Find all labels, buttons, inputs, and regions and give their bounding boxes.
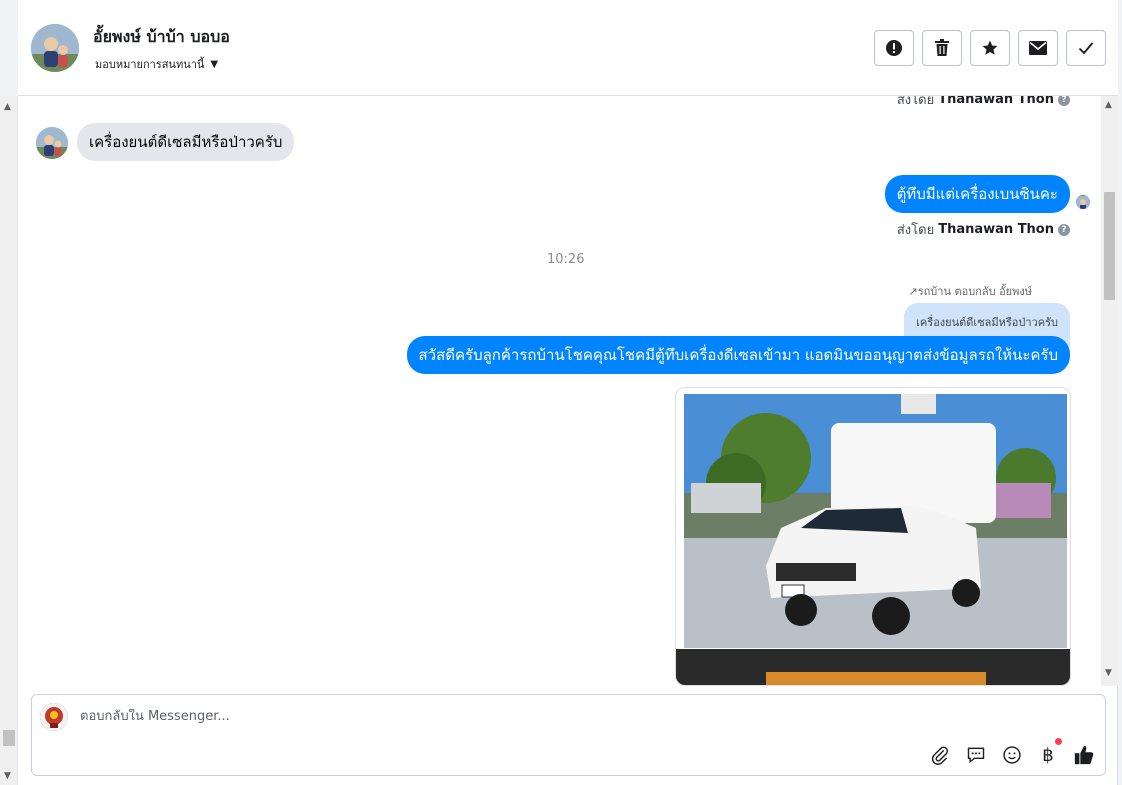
like-icon (1074, 745, 1094, 765)
trash-icon (935, 39, 949, 56)
help-icon[interactable]: ? (1058, 96, 1070, 106)
sender-name[interactable]: Thanawan Thon (938, 96, 1054, 107)
outgoing-message-bubble[interactable]: ตู้ทึบมีแต่เครื่องเบนซินคะ (884, 175, 1070, 213)
message-timestamp: 10:26 (547, 252, 585, 267)
sent-by-line: ส่งโดย Thanawan Thon ? (897, 219, 1070, 240)
saved-reply-icon (967, 747, 985, 764)
scroll-down-arrow-icon[interactable]: ▼ (4, 771, 11, 781)
emoji-icon (1003, 746, 1021, 764)
conversation-header: อั้ยพงษ์ บ้าบ้า บอบอ มอบหมายการสนทนานี้ … (18, 0, 1118, 96)
check-icon (1078, 42, 1094, 55)
header-actions (874, 30, 1106, 66)
page-avatar (40, 703, 68, 731)
scroll-up-arrow-icon[interactable]: ▲ (4, 102, 11, 112)
composer-tools: ฿ (929, 738, 1095, 766)
attachment-icon (931, 746, 949, 765)
star-icon (982, 40, 998, 55)
assign-conversation-dropdown[interactable]: มอบหมายการสนทนานี้ ▼ (95, 55, 218, 73)
envelope-icon (1029, 41, 1047, 55)
outgoing-message-bubble[interactable]: สวัสดีครับลูกค้ารถบ้านโชคคุณโชคมีตู้ทึบเ… (406, 336, 1070, 374)
thread-scrollbar[interactable]: ▲ ▼ (1101, 96, 1118, 686)
scroll-up-arrow-icon[interactable]: ▲ (1105, 100, 1112, 110)
help-icon[interactable]: ? (1058, 223, 1070, 236)
reply-composer: ฿ (31, 694, 1106, 776)
alert-icon (886, 40, 902, 56)
sent-by-prefix: ส่งโดย (896, 223, 935, 238)
sender-name[interactable]: Thanawan Thon (938, 222, 1054, 237)
baht-payment-icon: ฿ (1042, 744, 1054, 766)
notification-dot (1055, 738, 1062, 745)
emoji-button[interactable] (1001, 744, 1023, 766)
payment-button[interactable]: ฿ (1037, 738, 1062, 766)
reply-context-text: รถบ้าน ตอบกลับ อั้ยพงษ์ (917, 285, 1032, 298)
assign-label: มอบหมายการสนทนานี้ (95, 58, 205, 71)
thread-scrollbar-thumb[interactable] (1104, 192, 1115, 300)
conversation-panel: อั้ยพงษ์ บ้าบ้า บอบอ มอบหมายการสนทนานี้ … (18, 0, 1118, 785)
reply-input[interactable] (80, 709, 980, 724)
vehicle-photo-attachment[interactable] (675, 387, 1071, 686)
contact-name[interactable]: อั้ยพงษ์ บ้าบ้า บอบอ (93, 25, 230, 50)
attach-button[interactable] (929, 744, 951, 766)
reply-arrow-icon: ↗ (908, 285, 918, 298)
mark-unread-button[interactable] (1018, 30, 1058, 66)
saved-replies-button[interactable] (965, 744, 987, 766)
reply-context-label: ↗รถบ้าน ตอบกลับ อั้ยพงษ์ (909, 282, 1033, 300)
incoming-message-bubble[interactable]: เครื่องยนต์ดีเซลมีหรือป่าวครับ (77, 123, 295, 161)
caret-down-icon: ▼ (210, 58, 219, 70)
seen-avatar (1076, 195, 1090, 209)
mark-done-button[interactable] (1066, 30, 1106, 66)
outer-scrollbar-thumb[interactable] (3, 730, 15, 746)
contact-avatar[interactable] (31, 24, 79, 72)
sent-by-line-top: ส่งโดย Thanawan Thon ? (897, 96, 1070, 110)
contact-avatar-small[interactable] (36, 127, 68, 159)
message-thread[interactable]: ส่งโดย Thanawan Thon ? เครื่องยนต์ดีเซลม… (18, 96, 1118, 686)
outer-scrollbar[interactable]: ▲ ▼ (0, 96, 18, 785)
scroll-down-arrow-icon[interactable]: ▼ (1105, 668, 1112, 678)
like-button[interactable] (1073, 744, 1095, 766)
delete-button[interactable] (922, 30, 962, 66)
star-button[interactable] (970, 30, 1010, 66)
sent-by-prefix: ส่งโดย (896, 96, 935, 108)
mark-spam-button[interactable] (874, 30, 914, 66)
